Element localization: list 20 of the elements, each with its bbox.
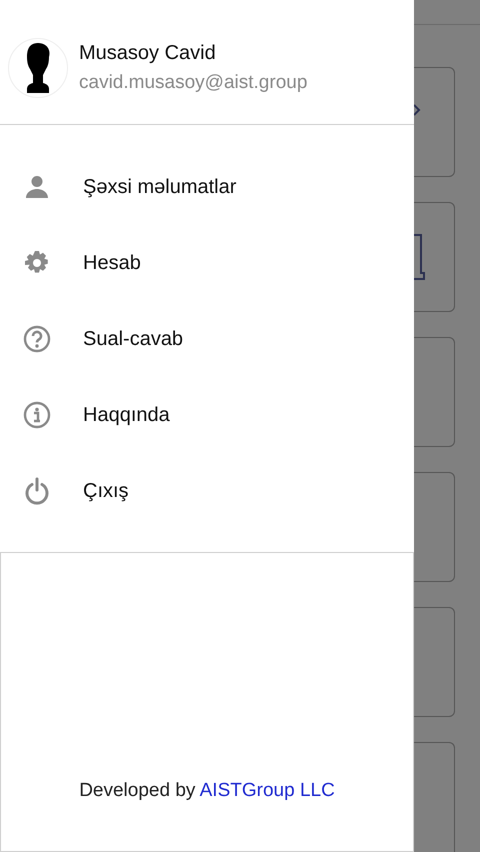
card[interactable] [414, 67, 455, 177]
chevron-icon [414, 104, 421, 116]
card[interactable] [414, 607, 455, 717]
company-link[interactable]: AISTGroup LLC [200, 780, 335, 800]
menu-item[interactable]: Hesab [0, 225, 414, 301]
info-icon [23, 401, 51, 429]
menu-item[interactable]: Çıxış [0, 453, 414, 529]
card[interactable] [414, 202, 455, 312]
power-icon [23, 477, 51, 505]
footer-text: Developed by AISTGroup LLC [79, 778, 335, 802]
user-email: cavid.musasoy@aist.group [79, 71, 308, 95]
card[interactable] [414, 337, 455, 447]
menu-item[interactable]: Haqqında [0, 377, 414, 453]
card[interactable] [414, 472, 455, 582]
person-icon [23, 173, 51, 201]
menu-item[interactable]: Şəxsi məlumatlar [0, 149, 414, 225]
user-name: Musasoy Cavid [79, 41, 217, 66]
menu-item[interactable]: Sual-cavab [0, 301, 414, 377]
card[interactable] [414, 742, 455, 852]
help-icon [23, 325, 51, 353]
